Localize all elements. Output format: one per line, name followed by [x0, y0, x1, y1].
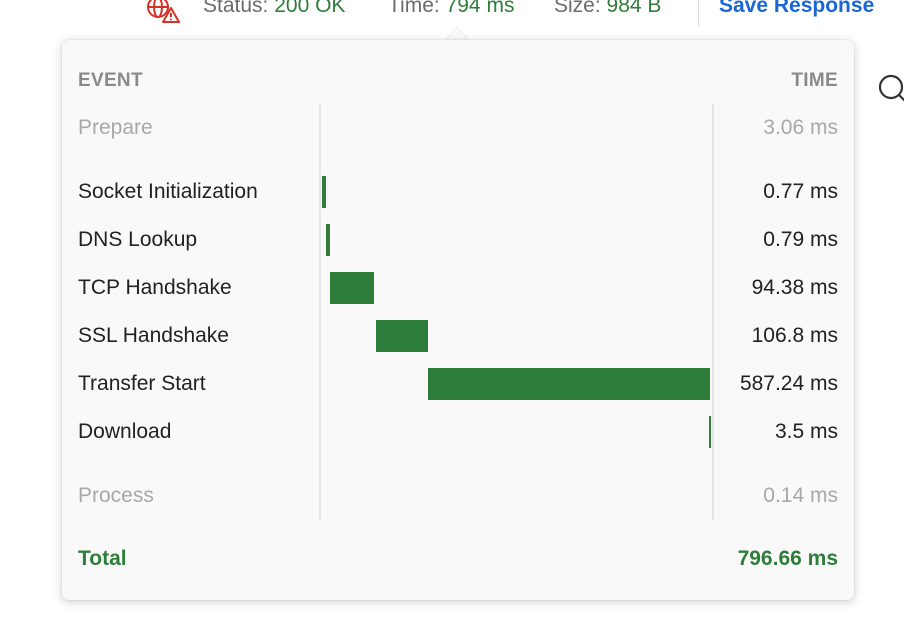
download-bar: [709, 416, 711, 448]
ssl-handshake-bar: [376, 320, 428, 352]
event-label: Socket Initialization: [78, 180, 258, 203]
event-label: DNS Lookup: [78, 228, 198, 251]
transfer-start-bar: [428, 368, 710, 400]
total-label: Total: [78, 547, 127, 570]
time-value: 794 ms: [445, 0, 515, 17]
globe-warning-icon[interactable]: [144, 0, 180, 24]
status-value: 200 OK: [274, 0, 346, 17]
prepare-label: Prepare: [78, 116, 153, 139]
event-value: 3.5 ms: [774, 420, 838, 443]
save-response-button[interactable]: Save Response: [719, 0, 874, 18]
dns-lookup-bar: [326, 224, 330, 256]
process-label: Process: [78, 484, 154, 507]
time-column-header: TIME: [791, 70, 838, 91]
event-label: TCP Handshake: [78, 276, 232, 299]
time-label: Time:: [388, 0, 440, 17]
event-value: 0.79 ms: [763, 228, 838, 251]
timing-popover: EVENT TIME Prepare 3.06 ms Socket Initia…: [62, 40, 854, 600]
divider: [698, 0, 699, 26]
size-value: 984 B: [606, 0, 662, 17]
tcp-handshake-bar: [330, 272, 374, 304]
event-value: 106.8 ms: [751, 324, 838, 347]
time-stat[interactable]: Time: 794 ms: [388, 0, 514, 18]
process-value: 0.14 ms: [763, 484, 838, 507]
response-status-bar: Status: 200 OK Time: 794 ms Size: 984 B …: [0, 0, 904, 28]
status-stat[interactable]: Status: 200 OK: [203, 0, 345, 18]
prepare-value: 3.06 ms: [763, 116, 838, 139]
event-value: 94.38 ms: [751, 276, 838, 299]
total-value: 796.66 ms: [737, 547, 838, 570]
size-stat[interactable]: Size: 984 B: [554, 0, 661, 18]
event-column-header: EVENT: [78, 70, 143, 91]
event-value: 587.24 ms: [739, 372, 838, 395]
timeline-end-line: [712, 104, 714, 520]
socket-init-bar: [322, 176, 326, 208]
event-label: Transfer Start: [78, 372, 206, 395]
status-label: Status:: [203, 0, 269, 17]
event-label: SSL Handshake: [78, 324, 229, 347]
timeline-start-line: [319, 104, 321, 520]
popover-arrow: [445, 28, 469, 40]
search-icon[interactable]: [874, 72, 904, 106]
event-label: Download: [78, 420, 172, 443]
event-value: 0.77 ms: [763, 180, 838, 203]
size-label: Size:: [554, 0, 601, 17]
